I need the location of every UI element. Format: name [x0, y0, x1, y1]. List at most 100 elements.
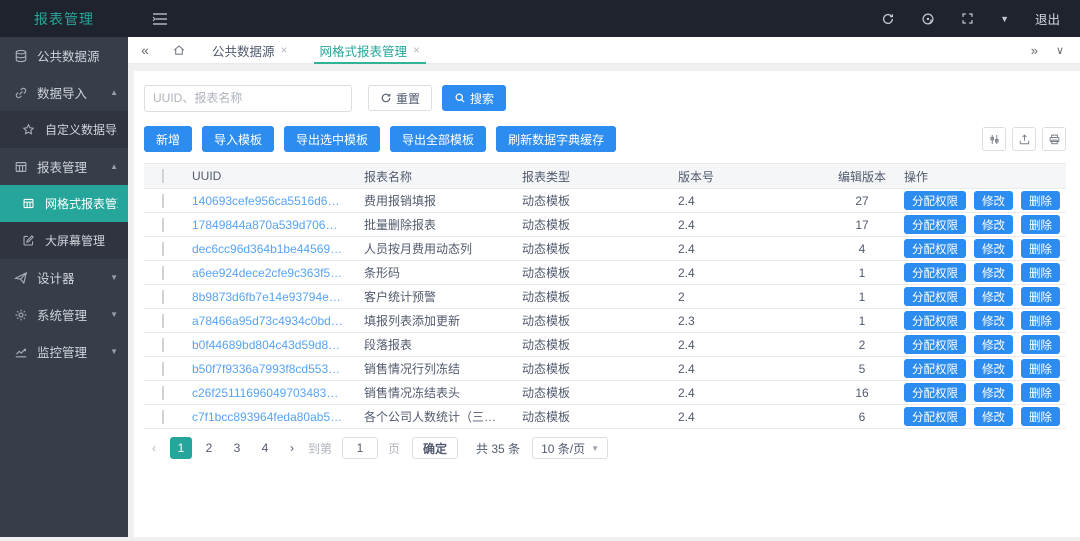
sidebar-item-custom-data-import[interactable]: 自定义数据导入 [0, 111, 128, 148]
modify-button[interactable]: 修改 [974, 311, 1013, 330]
assign-permission-button[interactable]: 分配权限 [904, 311, 966, 330]
row-checkbox[interactable] [162, 218, 164, 232]
modify-button[interactable]: 修改 [974, 239, 1013, 258]
theme-icon[interactable] [921, 12, 935, 26]
version: 2.4 [668, 362, 830, 376]
row-checkbox[interactable] [162, 266, 164, 280]
uuid-link[interactable]: 140693cefe956ca5516d6b66e2... [182, 194, 354, 208]
row-checkbox[interactable] [162, 362, 164, 376]
modify-button[interactable]: 修改 [974, 359, 1013, 378]
delete-button[interactable]: 删除 [1021, 215, 1060, 234]
uuid-link[interactable]: c26f25111696049703483b7915... [182, 386, 354, 400]
uuid-link[interactable]: 17849844a870a539d7068c6d3... [182, 218, 354, 232]
uuid-link[interactable]: b50f7f9336a7993f8cd553ccc22... [182, 362, 354, 376]
row-checkbox[interactable] [162, 338, 164, 352]
goto-confirm-button[interactable]: 确定 [412, 437, 458, 459]
page-size-select[interactable]: 10 条/页 ▼ [532, 437, 608, 459]
uuid-link[interactable]: a6ee924dece2cfe9c363f5c902... [182, 266, 354, 280]
main-area: « 公共数据源 × 网格式报表管理 × » ∨ [128, 37, 1080, 541]
reset-button[interactable]: 重置 [368, 85, 432, 111]
export-icon[interactable] [1012, 127, 1036, 151]
modify-button[interactable]: 修改 [974, 191, 1013, 210]
edit-version: 16 [830, 386, 894, 400]
row-checkbox[interactable] [162, 314, 164, 328]
row-checkbox[interactable] [162, 386, 164, 400]
sidebar-item-public-datasource[interactable]: 公共数据源 [0, 37, 128, 74]
import-template-button[interactable]: 导入模板 [202, 126, 274, 152]
sidebar-group-monitor-management[interactable]: 监控管理 ▼ [0, 333, 128, 370]
table-icon [14, 159, 29, 174]
assign-permission-button[interactable]: 分配权限 [904, 407, 966, 426]
tab-grid-report-management[interactable]: 网格式报表管理 × [304, 37, 437, 64]
modify-button[interactable]: 修改 [974, 287, 1013, 306]
page-button-2[interactable]: 2 [198, 437, 220, 459]
modify-button[interactable]: 修改 [974, 215, 1013, 234]
delete-button[interactable]: 删除 [1021, 191, 1060, 210]
row-checkbox[interactable] [162, 410, 164, 424]
assign-permission-button[interactable]: 分配权限 [904, 287, 966, 306]
tab-public-datasource[interactable]: 公共数据源 × [196, 37, 304, 64]
scroll-tabs-right-icon[interactable]: » [1031, 43, 1038, 58]
sidebar-toggle-icon[interactable] [152, 12, 168, 26]
prev-page-icon[interactable]: ‹ [144, 441, 164, 455]
delete-button[interactable]: 删除 [1021, 359, 1060, 378]
assign-permission-button[interactable]: 分配权限 [904, 359, 966, 378]
delete-button[interactable]: 删除 [1021, 407, 1060, 426]
report-name: 段落报表 [354, 336, 512, 353]
tab-options-icon[interactable]: ∨ [1056, 44, 1064, 57]
row-checkbox[interactable] [162, 242, 164, 256]
uuid-link[interactable]: dec6cc96d364b1be44569ae18... [182, 242, 354, 256]
modify-button[interactable]: 修改 [974, 407, 1013, 426]
uuid-link[interactable]: b0f44689bd804c43d59d85871a... [182, 338, 354, 352]
export-all-button[interactable]: 导出全部模板 [390, 126, 486, 152]
assign-permission-button[interactable]: 分配权限 [904, 239, 966, 258]
delete-button[interactable]: 删除 [1021, 239, 1060, 258]
collapse-tabs-icon[interactable]: « [128, 42, 162, 58]
modify-button[interactable]: 修改 [974, 335, 1013, 354]
page-button-4[interactable]: 4 [254, 437, 276, 459]
sidebar-group-data-import[interactable]: 数据导入 ▲ [0, 74, 128, 111]
delete-button[interactable]: 删除 [1021, 287, 1060, 306]
sidebar-item-bigscreen-management[interactable]: 大屏幕管理 [0, 222, 128, 259]
sidebar-group-report-management[interactable]: 报表管理 ▲ [0, 148, 128, 185]
uuid-link[interactable]: 8b9873d6fb7e14e93794ee7fc1... [182, 290, 354, 304]
close-icon[interactable]: × [413, 43, 420, 57]
sidebar-group-designer[interactable]: 设计器 ▼ [0, 259, 128, 296]
uuid-link[interactable]: a78466a95d73c4934c0bd5d11... [182, 314, 354, 328]
refresh-icon[interactable] [881, 12, 895, 26]
modify-button[interactable]: 修改 [974, 263, 1013, 282]
delete-button[interactable]: 删除 [1021, 383, 1060, 402]
goto-page-input[interactable] [342, 437, 378, 459]
select-all-checkbox[interactable] [162, 169, 164, 183]
delete-button[interactable]: 删除 [1021, 311, 1060, 330]
row-checkbox[interactable] [162, 194, 164, 208]
home-icon[interactable] [162, 43, 196, 57]
column-filter-icon[interactable] [982, 127, 1006, 151]
sidebar-item-grid-report-management[interactable]: 网格式报表管理 [0, 185, 128, 222]
search-input[interactable] [144, 85, 352, 112]
print-icon[interactable] [1042, 127, 1066, 151]
fullscreen-icon[interactable] [961, 12, 974, 25]
close-icon[interactable]: × [281, 43, 288, 57]
row-checkbox[interactable] [162, 290, 164, 304]
assign-permission-button[interactable]: 分配权限 [904, 335, 966, 354]
modify-button[interactable]: 修改 [974, 383, 1013, 402]
page-button-3[interactable]: 3 [226, 437, 248, 459]
user-menu-caret-icon[interactable]: ▼ [1000, 14, 1009, 24]
delete-button[interactable]: 删除 [1021, 263, 1060, 282]
assign-permission-button[interactable]: 分配权限 [904, 215, 966, 234]
sidebar-group-system-management[interactable]: 系统管理 ▼ [0, 296, 128, 333]
add-button[interactable]: 新增 [144, 126, 192, 152]
refresh-dict-cache-button[interactable]: 刷新数据字典缓存 [496, 126, 616, 152]
assign-permission-button[interactable]: 分配权限 [904, 191, 966, 210]
next-page-icon[interactable]: › [282, 441, 302, 455]
delete-button[interactable]: 删除 [1021, 335, 1060, 354]
assign-permission-button[interactable]: 分配权限 [904, 383, 966, 402]
search-button[interactable]: 搜索 [442, 85, 506, 111]
edit-version: 1 [830, 266, 894, 280]
uuid-link[interactable]: c7f1bcc893964feda80ab52ee0... [182, 410, 354, 424]
logout-button[interactable]: 退出 [1035, 9, 1060, 28]
export-selected-button[interactable]: 导出选中模板 [284, 126, 380, 152]
assign-permission-button[interactable]: 分配权限 [904, 263, 966, 282]
page-button-1[interactable]: 1 [170, 437, 192, 459]
